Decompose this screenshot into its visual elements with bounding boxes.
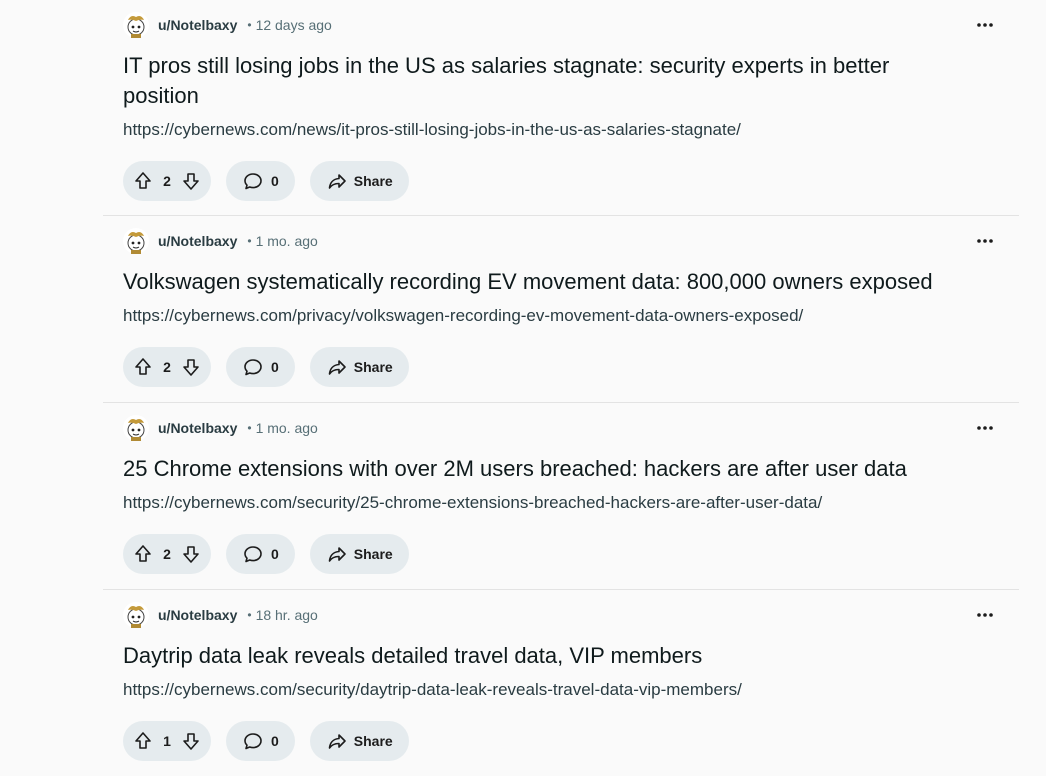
upvote-icon[interactable]	[133, 544, 153, 564]
post-card[interactable]: u/Notelbaxy • 12 days ago IT pros still …	[103, 0, 1019, 216]
post-author[interactable]: u/Notelbaxy	[158, 607, 237, 623]
comment-count: 0	[271, 173, 279, 189]
meta-separator: •	[247, 234, 252, 248]
post-card[interactable]: u/Notelbaxy • 18 hr. ago Daytrip data le…	[103, 590, 1019, 776]
post-actions: 2 0 Share	[123, 347, 1019, 387]
more-horizontal-icon	[977, 426, 993, 430]
post-title[interactable]: Volkswagen systematically recording EV m…	[123, 267, 943, 297]
avatar[interactable]	[123, 12, 149, 38]
vote-count: 2	[163, 173, 171, 189]
more-horizontal-icon	[977, 239, 993, 243]
post-actions: 2 0 Share	[123, 161, 1019, 201]
share-button[interactable]: Share	[309, 721, 409, 761]
post-content: u/Notelbaxy • 1 mo. ago Volkswagen syste…	[123, 227, 1019, 387]
comments-button[interactable]: 0	[226, 347, 295, 387]
post-meta: u/Notelbaxy • 1 mo. ago	[123, 227, 1019, 255]
avatar-icon	[127, 16, 145, 38]
meta-separator: •	[247, 421, 252, 435]
vote-count: 2	[163, 546, 171, 562]
post-title[interactable]: IT pros still losing jobs in the US as s…	[123, 51, 943, 111]
post-title[interactable]: Daytrip data leak reveals detailed trave…	[123, 641, 943, 671]
post-timestamp: 1 mo. ago	[255, 420, 318, 436]
more-options-button[interactable]	[973, 229, 997, 253]
upvote-icon[interactable]	[133, 171, 153, 191]
comment-count: 0	[271, 733, 279, 749]
share-button[interactable]: Share	[309, 347, 409, 387]
meta-separator: •	[247, 608, 252, 622]
vote-count: 1	[163, 733, 171, 749]
post-card[interactable]: u/Notelbaxy • 1 mo. ago Volkswagen syste…	[103, 216, 1019, 403]
share-icon	[328, 360, 346, 375]
post-content: u/Notelbaxy • 12 days ago IT pros still …	[123, 11, 1019, 201]
post-feed: u/Notelbaxy • 12 days ago IT pros still …	[103, 0, 1019, 776]
avatar[interactable]	[123, 602, 149, 628]
post-link[interactable]: https://cybernews.com/news/it-pros-still…	[123, 120, 1019, 140]
avatar-icon	[127, 419, 145, 441]
vote-control: 2	[123, 347, 211, 387]
post-link[interactable]: https://cybernews.com/security/25-chrome…	[123, 493, 1019, 513]
more-horizontal-icon	[977, 613, 993, 617]
share-button[interactable]: Share	[309, 161, 409, 201]
comment-count: 0	[271, 546, 279, 562]
comments-button[interactable]: 0	[226, 721, 295, 761]
post-content: u/Notelbaxy • 1 mo. ago 25 Chrome extens…	[123, 414, 1019, 574]
post-content: u/Notelbaxy • 18 hr. ago Daytrip data le…	[123, 601, 1019, 761]
share-button[interactable]: Share	[309, 534, 409, 574]
downvote-icon[interactable]	[181, 544, 201, 564]
avatar-icon	[127, 606, 145, 628]
avatar[interactable]	[123, 415, 149, 441]
comment-icon	[244, 173, 262, 190]
post-meta: u/Notelbaxy • 12 days ago	[123, 11, 1019, 39]
vote-count: 2	[163, 359, 171, 375]
downvote-icon[interactable]	[181, 171, 201, 191]
post-link[interactable]: https://cybernews.com/security/daytrip-d…	[123, 680, 1019, 700]
comments-button[interactable]: 0	[226, 161, 295, 201]
post-timestamp: 1 mo. ago	[255, 233, 318, 249]
share-icon	[328, 174, 346, 189]
share-icon	[328, 547, 346, 562]
comment-icon	[244, 359, 262, 376]
post-title[interactable]: 25 Chrome extensions with over 2M users …	[123, 454, 943, 484]
post-actions: 1 0 Share	[123, 721, 1019, 761]
more-options-button[interactable]	[973, 416, 997, 440]
post-author[interactable]: u/Notelbaxy	[158, 17, 237, 33]
vote-control: 2	[123, 161, 211, 201]
more-horizontal-icon	[977, 23, 993, 27]
more-options-button[interactable]	[973, 13, 997, 37]
vote-control: 2	[123, 534, 211, 574]
post-timestamp: 12 days ago	[255, 17, 332, 33]
post-link[interactable]: https://cybernews.com/privacy/volkswagen…	[123, 306, 1019, 326]
vote-control: 1	[123, 721, 211, 761]
post-card[interactable]: u/Notelbaxy • 1 mo. ago 25 Chrome extens…	[103, 403, 1019, 590]
share-icon	[328, 734, 346, 749]
share-label: Share	[353, 359, 393, 375]
post-author[interactable]: u/Notelbaxy	[158, 420, 237, 436]
upvote-icon[interactable]	[133, 731, 153, 751]
comments-button[interactable]: 0	[226, 534, 295, 574]
comment-count: 0	[271, 359, 279, 375]
post-timestamp: 18 hr. ago	[255, 607, 318, 623]
post-actions: 2 0 Share	[123, 534, 1019, 574]
meta-separator: •	[247, 18, 252, 32]
post-meta: u/Notelbaxy • 1 mo. ago	[123, 414, 1019, 442]
share-label: Share	[353, 546, 393, 562]
more-options-button[interactable]	[973, 603, 997, 627]
upvote-icon[interactable]	[133, 357, 153, 377]
comment-icon	[244, 733, 262, 750]
post-meta: u/Notelbaxy • 18 hr. ago	[123, 601, 1019, 629]
downvote-icon[interactable]	[181, 731, 201, 751]
share-label: Share	[353, 733, 393, 749]
share-label: Share	[353, 173, 393, 189]
comment-icon	[244, 546, 262, 563]
avatar[interactable]	[123, 228, 149, 254]
avatar-icon	[127, 232, 145, 254]
post-author[interactable]: u/Notelbaxy	[158, 233, 237, 249]
downvote-icon[interactable]	[181, 357, 201, 377]
